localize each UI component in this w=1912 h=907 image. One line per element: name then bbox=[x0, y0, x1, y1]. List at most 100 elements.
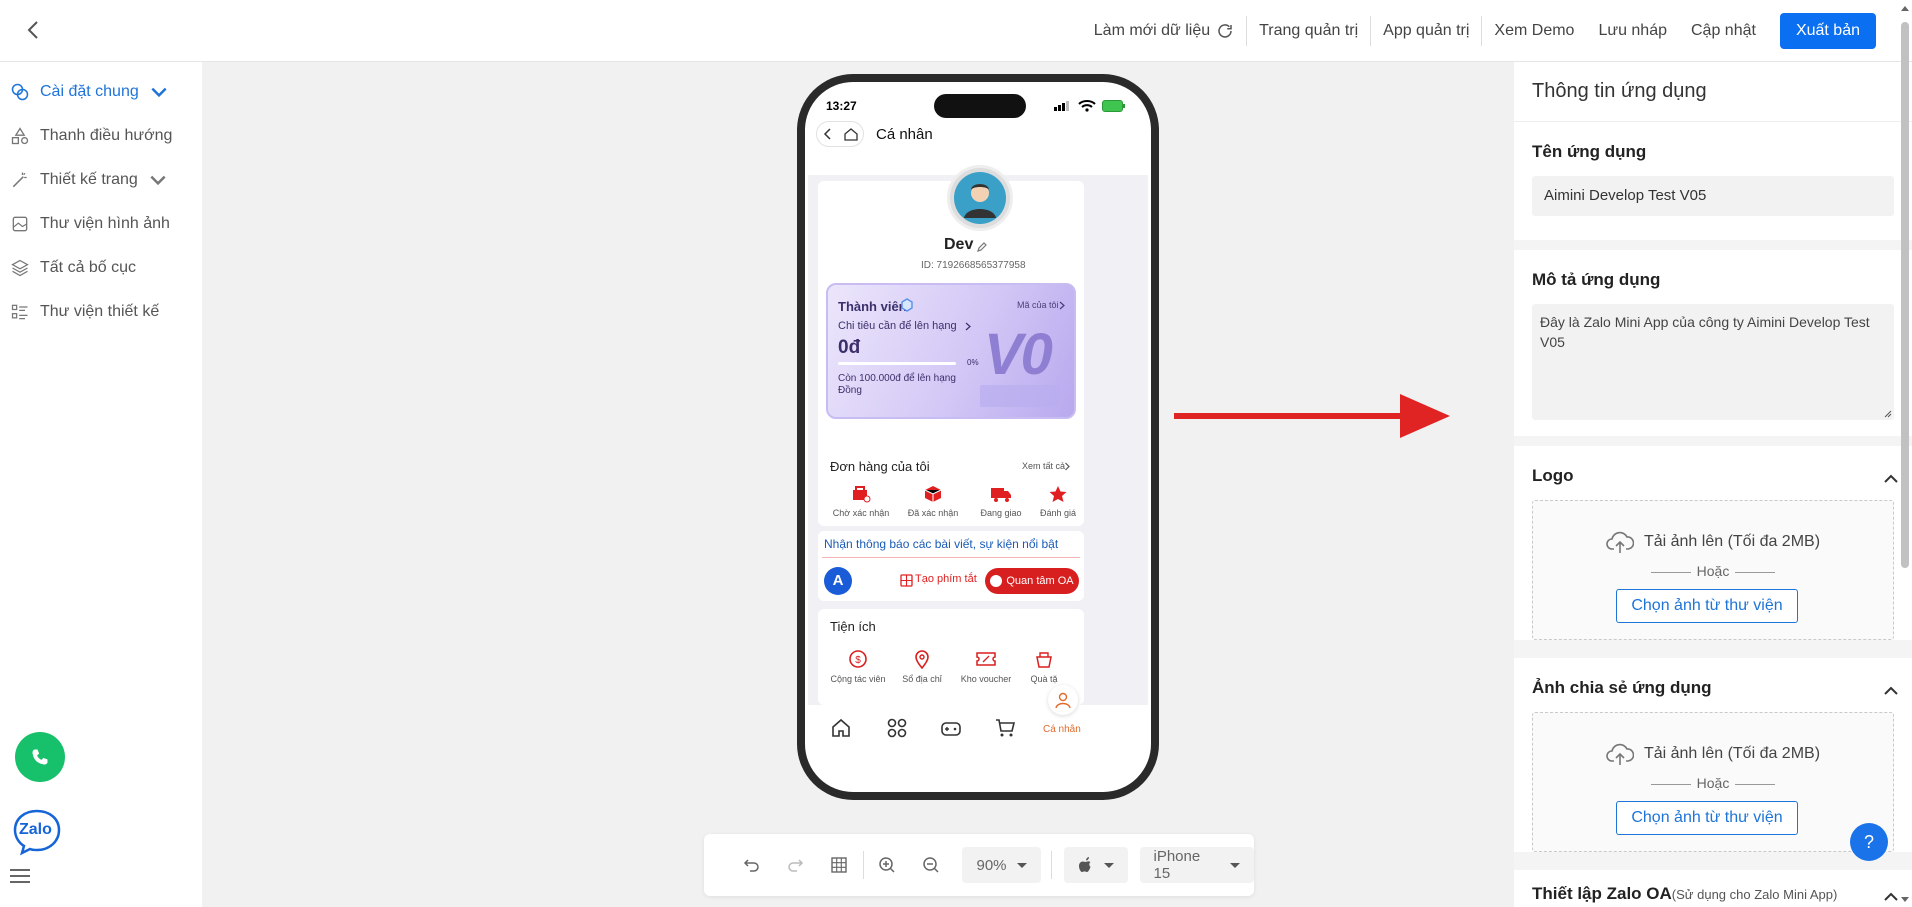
tier-badge: V0 bbox=[984, 322, 1053, 387]
gift-basket-icon bbox=[1036, 652, 1052, 668]
nav-home-icon[interactable] bbox=[830, 717, 852, 739]
app-desc-textarea[interactable]: Đây là Zalo Mini App của công ty Aimini … bbox=[1532, 304, 1894, 420]
orders-title: Đơn hàng của tôi bbox=[830, 459, 930, 474]
utility-label: Cộng tác viên bbox=[830, 674, 886, 684]
view-demo-button[interactable]: Xem Demo bbox=[1482, 17, 1586, 45]
admin-app-button[interactable]: App quản trị bbox=[1371, 17, 1481, 45]
signal-icon bbox=[1054, 101, 1069, 111]
home-icon[interactable] bbox=[843, 127, 858, 141]
resize-handle-icon[interactable] bbox=[1882, 408, 1892, 418]
logo-section: Logo Tải ảnh lên (Tối đa 2MB) Hoặc Chọn … bbox=[1514, 446, 1912, 640]
order-status-pending[interactable]: Chờ xác nhận bbox=[826, 485, 896, 518]
nav-profile-bubble[interactable] bbox=[1048, 685, 1078, 715]
zoom-out-button[interactable] bbox=[911, 845, 951, 885]
refresh-icon bbox=[1218, 24, 1232, 38]
user-name: Dev bbox=[944, 236, 974, 253]
sidebar-item-page-design[interactable]: Thiết kế trang bbox=[10, 170, 168, 190]
dollar-circle-icon: $ bbox=[849, 650, 867, 668]
zalo-mini-icon bbox=[990, 575, 1003, 587]
zoom-out-icon bbox=[922, 857, 939, 873]
sidebar-item-image-library[interactable]: Thư viện hình ảnh bbox=[10, 214, 170, 234]
refresh-data-button[interactable]: Làm mới dữ liệu bbox=[1082, 17, 1246, 45]
save-draft-button[interactable]: Lưu nháp bbox=[1586, 17, 1679, 45]
sidebar-item-general-settings[interactable]: Cài đặt chung bbox=[10, 82, 169, 102]
confirmed-box-icon bbox=[924, 486, 942, 502]
caret-down-icon bbox=[1103, 862, 1114, 868]
follow-oa-button[interactable]: Quan tâm OA bbox=[985, 568, 1079, 594]
order-status-review[interactable]: Đánh giá bbox=[1030, 485, 1086, 518]
phone-page-title: Cá nhân bbox=[876, 126, 933, 143]
oa-notify-text: Nhận thông báo các bài viết, sự kiện nổi… bbox=[824, 537, 1059, 551]
zalo-logo: Zalo bbox=[12, 807, 62, 857]
app-name-input[interactable]: Aimini Develop Test V05 bbox=[1532, 176, 1894, 216]
platform-select[interactable] bbox=[1063, 847, 1128, 883]
pick-from-library-button[interactable]: Chọn ảnh từ thư viện bbox=[1616, 801, 1798, 835]
help-button[interactable]: ? bbox=[1850, 823, 1888, 861]
phone-bottom-nav bbox=[808, 705, 1148, 789]
chevron-up-icon[interactable] bbox=[1882, 470, 1900, 488]
member-title: Thành viên bbox=[838, 299, 907, 314]
order-status-label: Đã xác nhận bbox=[907, 508, 959, 518]
sidebar-item-all-layouts[interactable]: Tất cả bố cục bbox=[10, 258, 136, 278]
menu-icon[interactable] bbox=[10, 868, 30, 884]
nav-categories-icon[interactable] bbox=[886, 717, 908, 739]
sidebar-item-label: Thanh điều hướng bbox=[40, 127, 173, 144]
or-separator: Hoặc bbox=[1533, 775, 1893, 791]
zoom-in-button[interactable] bbox=[867, 845, 907, 885]
admin-page-button[interactable]: Trang quản trị bbox=[1247, 17, 1370, 45]
edit-pencil-icon[interactable] bbox=[976, 241, 988, 253]
create-shortcut-button[interactable]: Tạo phím tắt bbox=[915, 573, 977, 585]
scroll-up-icon[interactable] bbox=[1900, 4, 1910, 12]
chevron-down-icon bbox=[151, 87, 167, 98]
share-upload-area[interactable]: Tải ảnh lên (Tối đa 2MB) Hoặc Chọn ảnh t… bbox=[1532, 712, 1894, 852]
utility-gift[interactable]: Quà tặ bbox=[1020, 649, 1068, 684]
chevron-up-icon[interactable] bbox=[1882, 888, 1900, 906]
avatar[interactable] bbox=[947, 165, 1013, 231]
phone-frame: 13:27 Cá nhân Dev ID: 7192668565377958 T… bbox=[797, 74, 1159, 800]
top-bar: Làm mới dữ liệu Trang quản trị App quản … bbox=[0, 0, 1912, 62]
zoom-select[interactable]: 90% bbox=[962, 847, 1041, 883]
call-button[interactable] bbox=[15, 732, 65, 782]
sidebar-item-design-library[interactable]: Thư viện thiết kế bbox=[10, 302, 159, 322]
zalo-oa-section: Thiết lập Zalo OA(Sử dụng cho Zalo Mini … bbox=[1514, 870, 1912, 907]
order-status-confirmed[interactable]: Đã xác nhận bbox=[898, 485, 968, 518]
divider bbox=[822, 557, 1080, 558]
zoom-value: 90% bbox=[976, 856, 1007, 874]
grid-button[interactable] bbox=[819, 845, 859, 885]
device-select[interactable]: iPhone 15 bbox=[1139, 847, 1254, 883]
chevron-up-icon[interactable] bbox=[1882, 682, 1900, 700]
undo-button[interactable] bbox=[732, 845, 772, 885]
my-code-link[interactable]: Mã của tôi bbox=[1017, 300, 1059, 310]
back-arrow-icon[interactable] bbox=[22, 18, 46, 42]
back-icon[interactable] bbox=[823, 128, 833, 140]
utility-collaborator[interactable]: $ Cộng tác viên bbox=[826, 649, 890, 684]
progress-percent: 0% bbox=[967, 358, 979, 367]
nav-game-icon[interactable] bbox=[940, 717, 962, 739]
sidebar-item-label: Thư viện thiết kế bbox=[40, 303, 160, 320]
scrollbar-thumb[interactable] bbox=[1901, 22, 1909, 568]
orders-see-all-link[interactable]: Xem tất cả bbox=[1022, 461, 1065, 471]
logo-upload-area[interactable]: Tải ảnh lên (Tối đa 2MB) Hoặc Chọn ảnh t… bbox=[1532, 500, 1894, 640]
chevron-right-icon bbox=[1059, 301, 1065, 310]
utility-address-book[interactable]: Sổ địa chỉ bbox=[890, 649, 954, 684]
tier-pedestal bbox=[980, 385, 1060, 407]
scroll-down-icon[interactable] bbox=[1900, 896, 1910, 904]
sidebar-item-label: Tất cả bố cục bbox=[40, 259, 137, 276]
phone-icon bbox=[32, 749, 48, 765]
order-status-shipping[interactable]: Đang giao bbox=[966, 485, 1036, 518]
svg-text:$: $ bbox=[855, 655, 861, 666]
update-button[interactable]: Cập nhật bbox=[1679, 17, 1768, 45]
utility-voucher[interactable]: Kho voucher bbox=[952, 649, 1020, 684]
sidebar: Cài đặt chung Thanh điều hướng Thiết kế … bbox=[0, 62, 202, 907]
pick-from-library-button[interactable]: Chọn ảnh từ thư viện bbox=[1616, 589, 1798, 623]
sidebar-item-navigation[interactable]: Thanh điều hướng bbox=[10, 126, 172, 146]
app-desc-value: Đây là Zalo Mini App của công ty Aimini … bbox=[1540, 314, 1870, 350]
redo-button[interactable] bbox=[776, 845, 816, 885]
settings-link-icon bbox=[11, 83, 29, 101]
nav-cart-icon[interactable] bbox=[994, 717, 1016, 739]
publish-button[interactable]: Xuất bản bbox=[1779, 13, 1876, 49]
utility-label: Sổ địa chỉ bbox=[902, 674, 942, 684]
nav-profile-label[interactable]: Cá nhân bbox=[1043, 724, 1081, 735]
map-pin-icon bbox=[915, 650, 929, 670]
redo-icon bbox=[788, 859, 804, 872]
